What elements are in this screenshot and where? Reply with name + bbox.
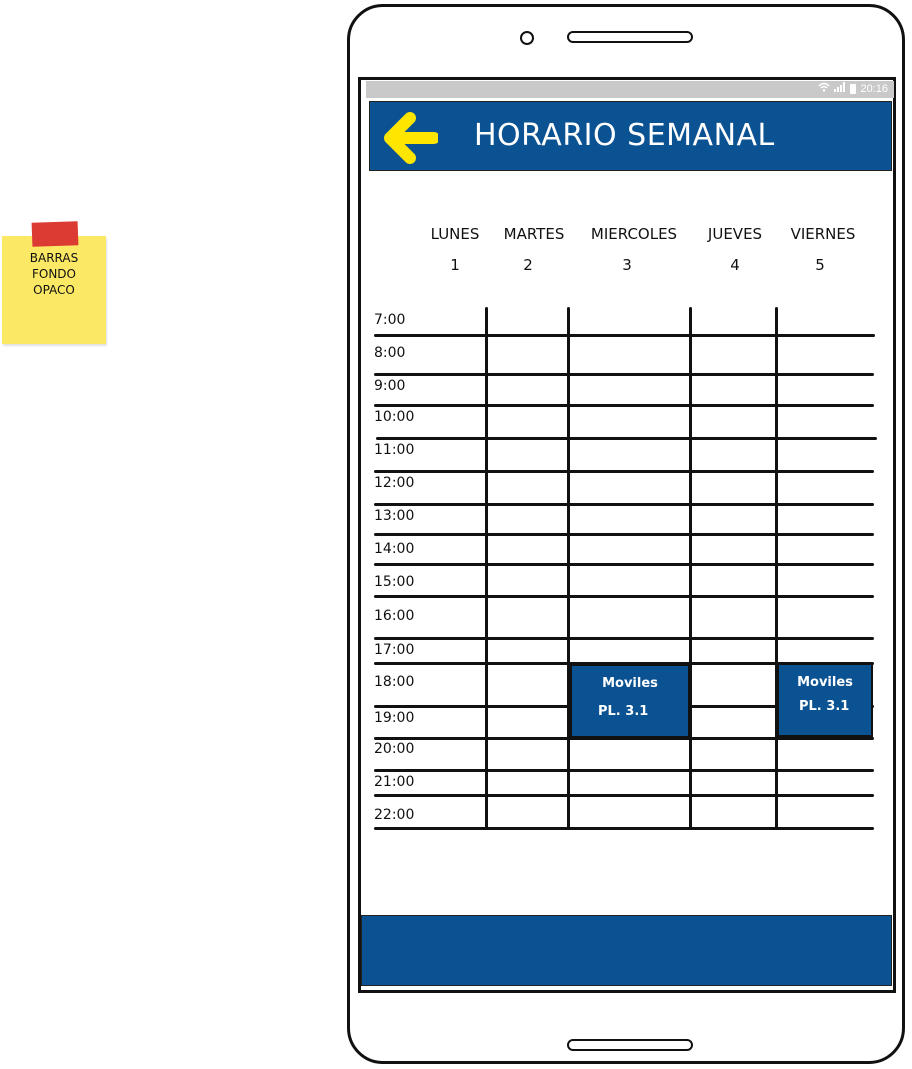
day-header-jueves: JUEVES — [707, 225, 763, 243]
time-label: 15:00 — [374, 574, 415, 590]
sticky-note: BARRAS FONDO OPACO — [2, 221, 106, 344]
wifi-icon — [818, 82, 831, 95]
status-bar: 20:16 — [366, 81, 894, 98]
time-label: 18:00 — [374, 674, 415, 690]
battery-icon — [850, 83, 857, 94]
grid-column-divider — [689, 307, 692, 829]
time-label: 8:00 — [374, 345, 406, 361]
day-number-2: 2 — [523, 256, 533, 274]
time-label: 7:00 — [374, 312, 406, 328]
time-label: 22:00 — [374, 807, 415, 823]
grid-row-divider — [374, 827, 874, 830]
time-label: 19:00 — [374, 710, 415, 726]
grid-row-divider — [374, 334, 875, 337]
grid-column-divider — [775, 307, 778, 829]
grid-row-divider — [374, 595, 874, 598]
tape — [31, 221, 79, 247]
time-label: 9:00 — [374, 378, 406, 394]
day-number-3: 3 — [622, 256, 632, 274]
grid-row-divider — [374, 563, 874, 566]
home-button[interactable] — [567, 1039, 693, 1051]
event-place: PL. 3.1 — [799, 699, 850, 714]
grid-row-divider — [374, 769, 874, 772]
grid-column-divider — [567, 307, 570, 829]
day-number-5: 5 — [815, 256, 825, 274]
event-block-viernes[interactable]: Moviles PL. 3.1 — [777, 663, 873, 737]
time-label: 17:00 — [374, 642, 415, 658]
time-label: 10:00 — [374, 409, 415, 425]
app-bar: HORARIO SEMANAL — [369, 101, 892, 171]
grid-row-divider — [374, 637, 874, 640]
day-header-viernes: VIERNES — [790, 225, 856, 243]
event-title: Moviles — [797, 675, 853, 690]
grid-row-divider — [374, 794, 874, 797]
grid-row-divider — [374, 373, 874, 376]
grid-row-divider — [374, 404, 874, 407]
day-header-lunes: LUNES — [430, 225, 480, 243]
grid-row-divider — [376, 437, 877, 440]
grid-row-divider — [374, 533, 874, 536]
speaker — [567, 31, 693, 43]
time-label: 13:00 — [374, 508, 415, 524]
status-time: 20:16 — [860, 82, 888, 95]
day-number-1: 1 — [450, 256, 460, 274]
day-number-4: 4 — [730, 256, 740, 274]
grid-column-divider — [485, 307, 488, 829]
time-label: 21:00 — [374, 774, 415, 790]
page-title: HORARIO SEMANAL — [474, 118, 775, 153]
grid-row-divider — [374, 470, 874, 473]
event-title: Moviles — [602, 676, 658, 691]
time-label: 20:00 — [374, 741, 415, 757]
time-label: 12:00 — [374, 475, 415, 491]
day-header-miercoles: MIERCOLES — [590, 225, 678, 243]
signal-icon — [834, 82, 846, 95]
event-place: PL. 3.1 — [598, 704, 649, 719]
event-block-miercoles[interactable]: Moviles PL. 3.1 — [570, 664, 690, 738]
arrow-left-icon[interactable] — [380, 112, 440, 164]
camera — [520, 31, 534, 45]
sticky-note-text: BARRAS FONDO OPACO — [29, 251, 79, 297]
day-header-martes: MARTES — [503, 225, 565, 243]
bottom-bar — [361, 915, 892, 986]
grid-row-divider — [374, 503, 874, 506]
time-label: 16:00 — [374, 608, 415, 624]
time-label: 14:00 — [374, 541, 415, 557]
time-label: 11:00 — [374, 442, 415, 458]
